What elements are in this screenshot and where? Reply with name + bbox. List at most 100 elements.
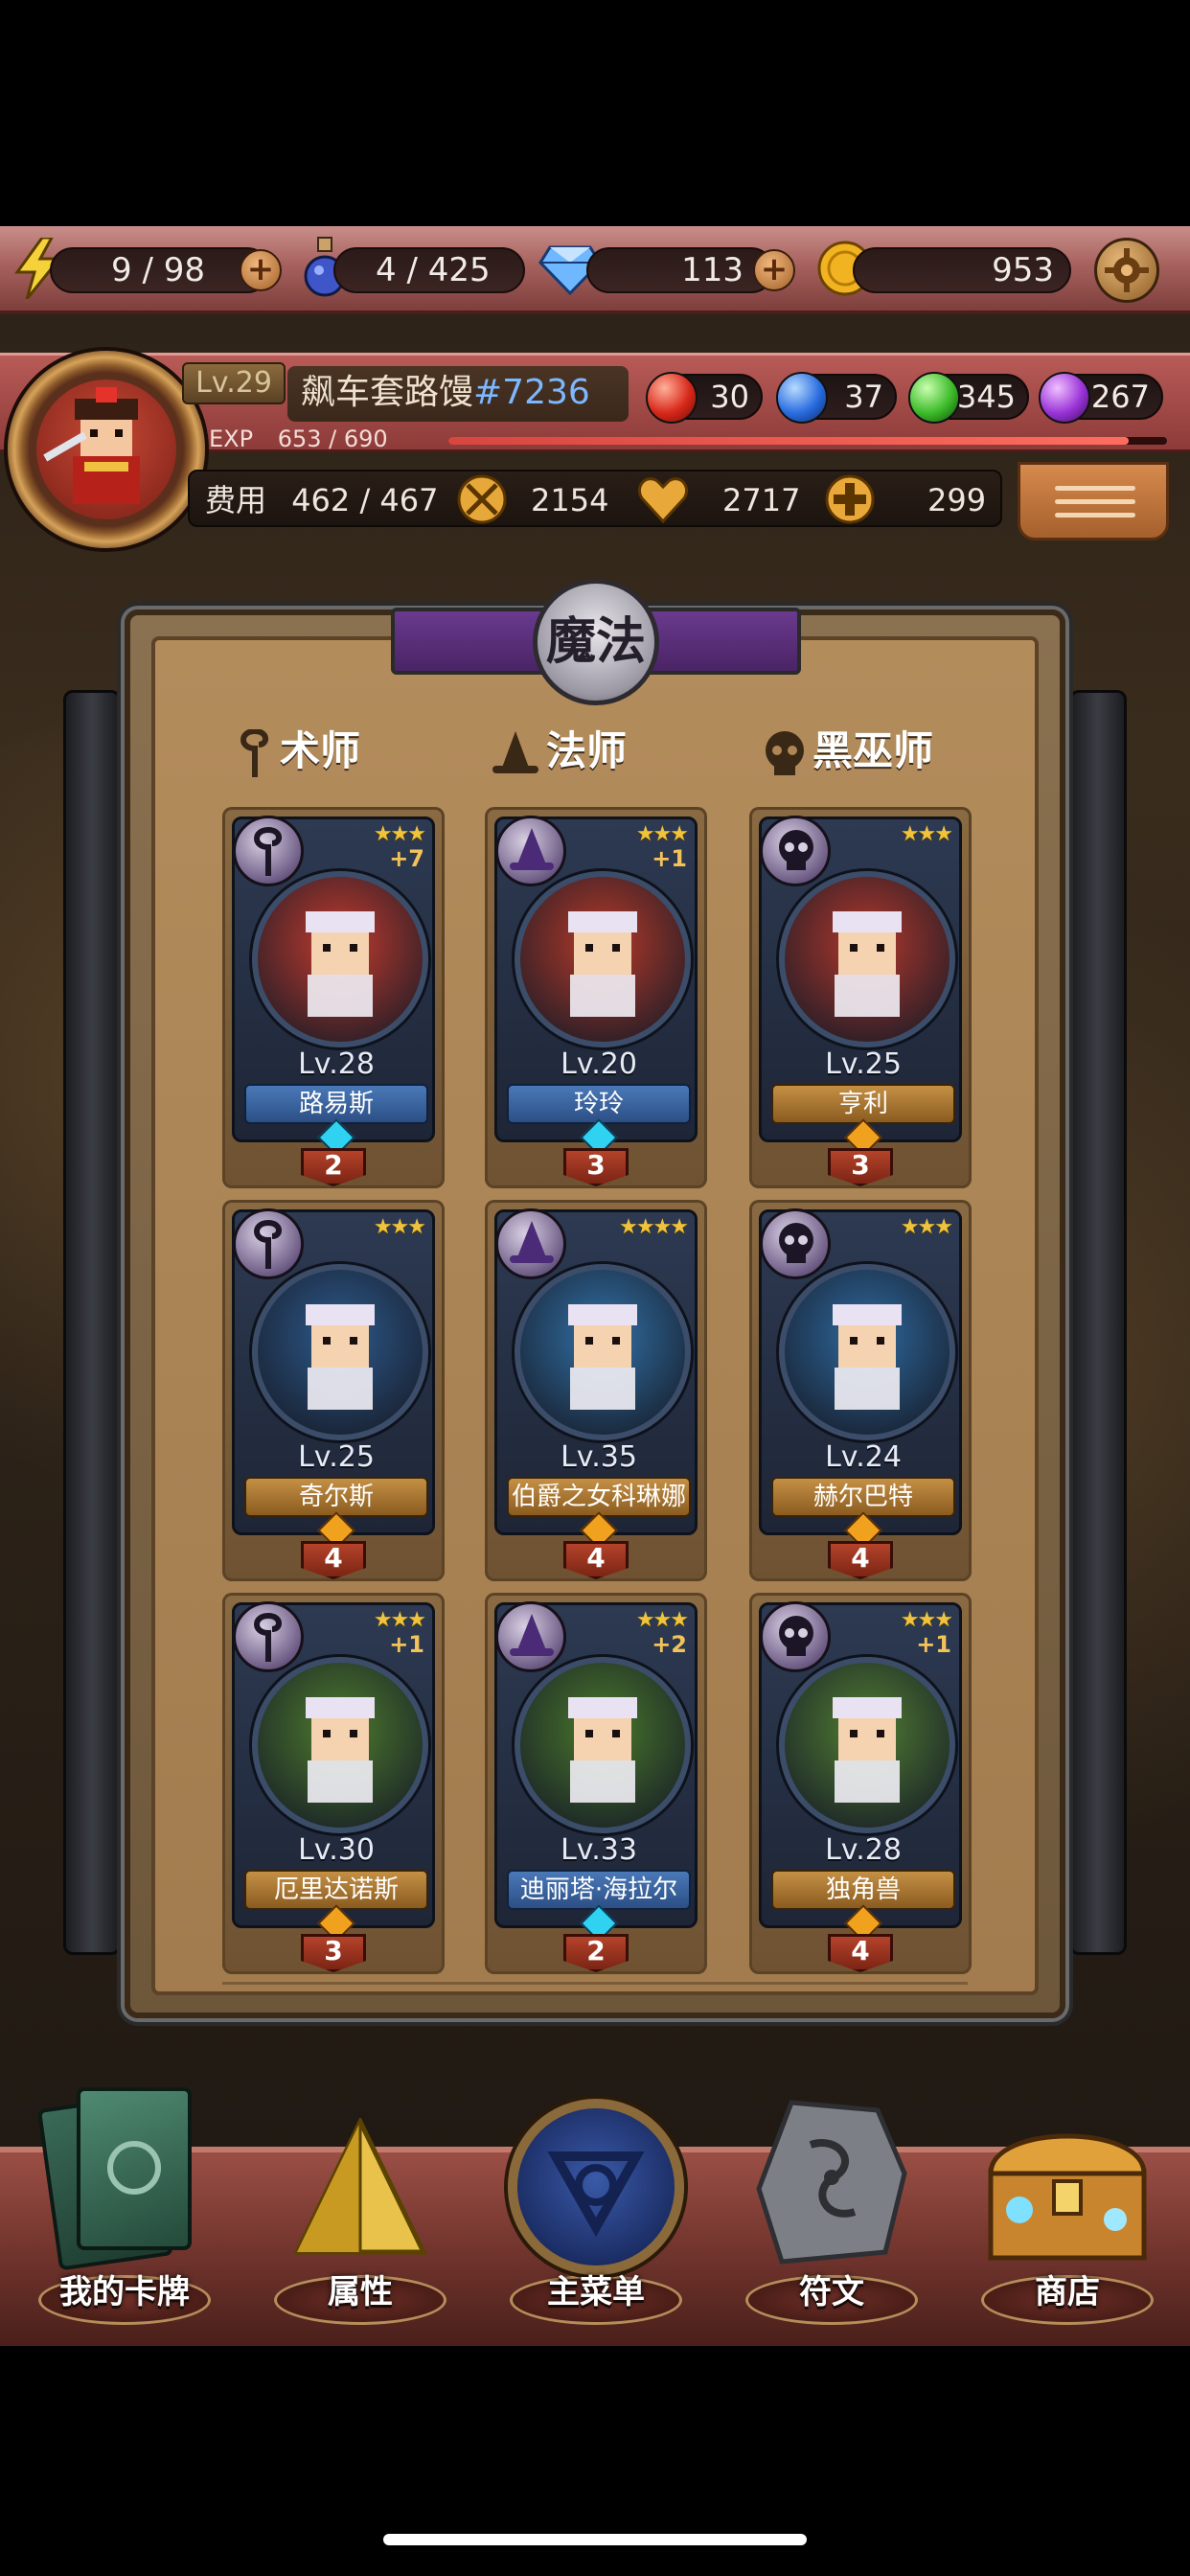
enhance-level: +1 [652, 845, 687, 872]
star-rating: ★★★ [900, 822, 953, 846]
wizard-hat-badge-icon [510, 1614, 554, 1656]
nav-rune-stone[interactable]: 符文 [717, 2080, 947, 2338]
star-rating: ★★★ [373, 1608, 426, 1632]
stat-strip: 费用 462 / 467 2154 2717 299 [188, 470, 1002, 527]
class-badge [495, 816, 566, 886]
green-orb-counter: 345 [908, 372, 1029, 424]
cost-flag: 2 [301, 1148, 366, 1186]
column-header-sorcerer[interactable]: 术师 [236, 721, 360, 782]
exp-label: EXP [209, 426, 254, 452]
staff-icon [240, 727, 268, 777]
card-frame: ★★★ +1 Lv.30 厄里达诺斯 [232, 1601, 435, 1943]
hero-level: Lv.28 [825, 1833, 902, 1867]
skull-badge-icon [779, 830, 813, 870]
blue-orb-icon [776, 372, 828, 424]
hero-sprite-icon [833, 1697, 902, 1803]
nav-treasure-chest[interactable]: 商店 [952, 2080, 1182, 2338]
add-energy-button[interactable]: + [240, 249, 282, 291]
blue-orb-counter: 37 [776, 372, 897, 424]
nav-pyramid[interactable]: 属性 [245, 2080, 475, 2338]
hero-card[interactable]: ★★★★ Lv.35 伯爵之女科琳娜 4 [485, 1200, 707, 1581]
hero-card[interactable]: ★★★ +1 Lv.28 独角兽 4 [749, 1593, 972, 1974]
energy-counter: 9 / 98 [50, 247, 270, 293]
hero-card[interactable]: ★★★ Lv.24 赫尔巴特 4 [749, 1200, 972, 1581]
exp-value: 653 / 690 [277, 426, 388, 452]
column-label: 法师 [546, 727, 628, 774]
board-divider [222, 1982, 968, 1985]
hero-card[interactable]: ★★★ +1 Lv.20 玲玲 3 [485, 807, 707, 1188]
hero-card[interactable]: ★★★ +1 Lv.30 厄里达诺斯 3 [222, 1593, 445, 1974]
card-frame: ★★★★ Lv.35 伯爵之女科琳娜 [494, 1208, 698, 1550]
health-value: 299 [927, 482, 987, 518]
player-name-text: 飙车套路馒 [301, 373, 474, 412]
hero-portrait [515, 1264, 691, 1440]
red-orb-counter: 30 [646, 372, 763, 424]
class-badge [233, 1601, 304, 1672]
class-badge [760, 1208, 831, 1279]
exp-row: EXP 653 / 690 [209, 427, 1167, 450]
nav-emblem[interactable]: 主菜单 [481, 2080, 711, 2338]
enhance-level: +1 [916, 1631, 951, 1658]
hamburger-line [1055, 513, 1135, 518]
cost-flag: 4 [828, 1541, 893, 1579]
hero-sprite-icon [833, 1304, 902, 1410]
pyramid-icon [293, 2118, 427, 2255]
rune-stone-icon [756, 2100, 907, 2265]
hero-portrait [779, 871, 955, 1047]
resource-bar: 9 / 98 + 4 / 425 113 + 953 [0, 226, 1190, 314]
class-badge [495, 1208, 566, 1279]
defense-heart-icon [637, 477, 689, 524]
skull-badge-icon [779, 1223, 813, 1263]
hero-sprite-icon [568, 911, 637, 1017]
cost-value: 462 / 467 [291, 482, 439, 518]
class-badge [760, 1601, 831, 1672]
column-header-warlock[interactable]: 黑巫师 [763, 721, 933, 782]
hero-card[interactable]: ★★★ Lv.25 奇尔斯 4 [222, 1200, 445, 1581]
star-rating: ★★★ [900, 1608, 953, 1632]
potion-counter: 4 / 425 [333, 247, 525, 293]
emblem-icon [508, 2099, 684, 2275]
enhance-level: +1 [389, 1631, 424, 1658]
class-badge [495, 1601, 566, 1672]
cost-flag: 3 [301, 1934, 366, 1972]
enhance-level: +2 [652, 1631, 687, 1658]
settings-button[interactable] [1094, 238, 1159, 303]
attack-swords-icon [457, 474, 507, 524]
skull-icon [766, 730, 804, 775]
nav-label: 我的卡牌 [59, 2273, 190, 2312]
player-avatar[interactable] [8, 351, 205, 548]
enhance-level: +7 [389, 845, 424, 872]
attack-value: 2154 [531, 482, 609, 518]
hero-level: Lv.25 [825, 1047, 902, 1081]
gear-icon [1105, 248, 1149, 292]
add-diamond-button[interactable]: + [753, 249, 795, 291]
exp-bar [448, 437, 1167, 445]
left-pillar [63, 690, 121, 1955]
purple-orb-value: 267 [1090, 379, 1150, 415]
nav-cards[interactable]: 我的卡牌 [10, 2080, 240, 2338]
star-rating: ★★★ [373, 1215, 426, 1239]
purple-orb-counter: 267 [1039, 372, 1163, 424]
cost-flag: 4 [301, 1541, 366, 1579]
nav-label: 商店 [1035, 2273, 1100, 2312]
player-name[interactable]: 飙车套路馒#7236 [287, 366, 629, 422]
purple-orb-icon [1039, 372, 1090, 424]
wizard-hat-icon [492, 730, 538, 773]
green-orb-icon [908, 372, 960, 424]
hero-level: Lv.24 [825, 1440, 902, 1474]
hero-level: Lv.35 [561, 1440, 637, 1474]
card-frame: ★★★ +2 Lv.33 迪丽塔·海拉尔 [494, 1601, 698, 1943]
staff-badge-icon [254, 826, 282, 876]
menu-button[interactable] [1018, 462, 1169, 540]
home-indicator[interactable] [383, 2534, 807, 2545]
hero-portrait [252, 1264, 428, 1440]
hero-card[interactable]: ★★★ +7 Lv.28 路易斯 2 [222, 807, 445, 1188]
hero-card[interactable]: ★★★ +2 Lv.33 迪丽塔·海拉尔 2 [485, 1593, 707, 1974]
hero-card[interactable]: ★★★ Lv.25 亨利 3 [749, 807, 972, 1188]
star-rating: ★★★★ [619, 1215, 689, 1239]
column-header-mage[interactable]: 法师 [491, 721, 627, 782]
hero-sprite-icon [306, 911, 375, 1017]
hero-sprite-icon [568, 1304, 637, 1410]
card-frame: ★★★ Lv.25 奇尔斯 [232, 1208, 435, 1550]
avatar-portrait [36, 380, 176, 519]
